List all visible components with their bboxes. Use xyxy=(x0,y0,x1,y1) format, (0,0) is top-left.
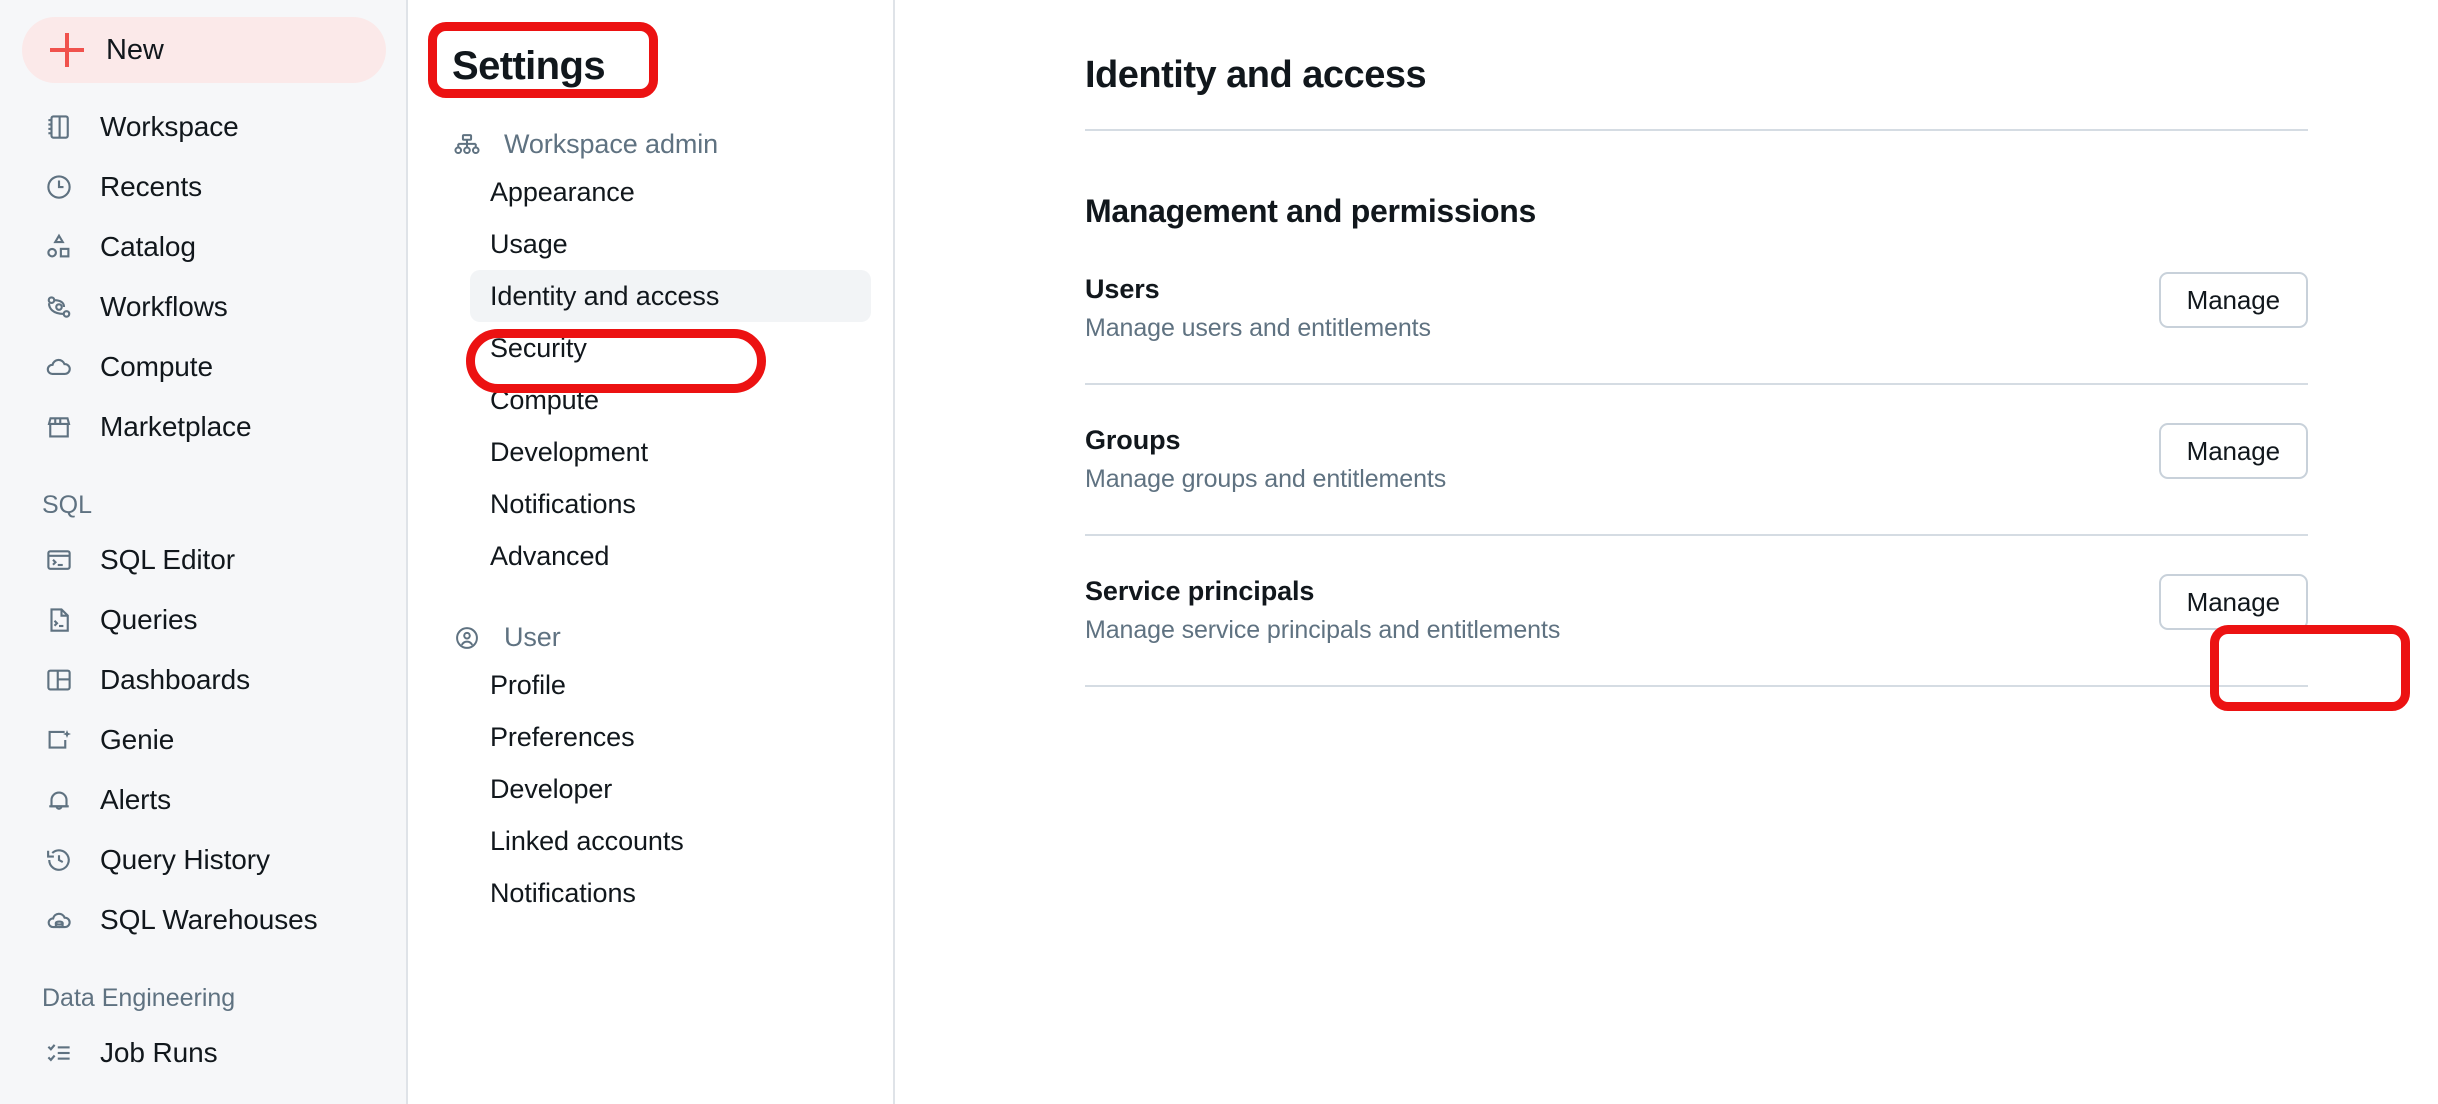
row-description: Manage groups and entitlements xyxy=(1085,465,1447,493)
sidebar-section-data-engineering-label: Data Engineering xyxy=(42,984,236,1012)
manage-button-groups[interactable]: Manage xyxy=(2158,423,2308,479)
settings-item-development[interactable]: Development xyxy=(470,426,871,478)
catalog-icon xyxy=(42,230,76,264)
sidebar-item-label: SQL Editor xyxy=(100,544,235,575)
sidebar-item-marketplace[interactable]: Marketplace xyxy=(0,397,406,457)
row-name: Groups xyxy=(1085,425,1181,455)
settings-title: Settings xyxy=(452,44,606,88)
job-runs-icon xyxy=(42,1036,76,1070)
history-icon xyxy=(42,843,76,877)
sidebar-item-label: Catalog xyxy=(100,231,196,262)
settings-item-usage[interactable]: Usage xyxy=(470,218,871,270)
settings-group-label: Workspace admin xyxy=(504,129,719,159)
settings-item-preferences[interactable]: Preferences xyxy=(470,711,871,763)
sidebar-item-label: Query History xyxy=(100,844,270,875)
page-title: Identity and access xyxy=(1085,54,1427,96)
settings-group-workspace-admin-header: Workspace admin xyxy=(408,129,893,160)
sidebar-item-label: Job Runs xyxy=(100,1037,218,1068)
sidebar-item-sql-warehouses[interactable]: SQL Warehouses xyxy=(0,890,406,950)
sidebar-item-genie[interactable]: Genie xyxy=(0,710,406,770)
new-button[interactable]: New xyxy=(22,17,386,83)
settings-item-appearance[interactable]: Appearance xyxy=(470,166,871,218)
genie-icon xyxy=(42,723,76,757)
sidebar-primary-nav: Workspace Recents Catalog Workflows Comp… xyxy=(0,97,406,1083)
row-description: Manage service principals and entitlemen… xyxy=(1085,616,1561,644)
section-title: Management and permissions xyxy=(1085,193,1536,229)
sidebar-item-label: SQL Warehouses xyxy=(100,904,318,935)
sidebar-item-label: Recents xyxy=(100,171,203,202)
row-text: Groups Manage groups and entitlements xyxy=(1085,423,1446,494)
settings-item-compute[interactable]: Compute xyxy=(470,374,871,426)
sidebar-item-label: Alerts xyxy=(100,784,171,815)
sidebar-section-sql-label: SQL xyxy=(42,491,93,519)
manage-button-service-principals[interactable]: Manage xyxy=(2158,574,2308,630)
storefront-icon xyxy=(42,410,76,444)
sidebar-item-label: Compute xyxy=(100,351,213,382)
sidebar-item-alerts[interactable]: Alerts xyxy=(0,770,406,830)
row-text: Service principals Manage service princi… xyxy=(1085,574,1560,645)
new-button-label: New xyxy=(106,33,164,66)
row-name: Service principals xyxy=(1085,576,1315,606)
sidebar-item-label: Workspace xyxy=(100,111,239,142)
org-chart-icon xyxy=(452,130,482,160)
workspace-icon xyxy=(42,110,76,144)
bell-icon xyxy=(42,783,76,817)
settings-row-service-principals: Service principals Manage service princi… xyxy=(1085,574,2308,685)
sidebar-item-catalog[interactable]: Catalog xyxy=(0,217,406,277)
user-circle-icon xyxy=(452,623,482,653)
divider xyxy=(1085,383,2308,385)
sql-editor-icon xyxy=(42,543,76,577)
settings-row-users: Users Manage users and entitlements Mana… xyxy=(1085,272,2308,383)
row-description: Manage users and entitlements xyxy=(1085,314,1431,342)
clock-icon xyxy=(42,170,76,204)
row-text: Users Manage users and entitlements xyxy=(1085,272,1431,343)
sidebar-item-query-history[interactable]: Query History xyxy=(0,830,406,890)
settings-item-profile[interactable]: Profile xyxy=(470,659,871,711)
divider xyxy=(1085,534,2308,536)
sidebar-item-job-runs[interactable]: Job Runs xyxy=(0,1023,406,1083)
cloud-icon xyxy=(42,350,76,384)
sidebar-item-label: Dashboards xyxy=(100,664,250,695)
sidebar-item-label: Genie xyxy=(100,724,175,755)
main-content: Identity and access Management and permi… xyxy=(895,0,2438,1104)
divider xyxy=(1085,129,2308,131)
settings-row-groups: Groups Manage groups and entitlements Ma… xyxy=(1085,423,2308,534)
settings-item-linked-accounts[interactable]: Linked accounts xyxy=(470,815,871,867)
row-name: Users xyxy=(1085,274,1160,304)
sidebar-item-queries[interactable]: Queries xyxy=(0,590,406,650)
sidebar-item-label: Workflows xyxy=(100,291,228,322)
global-sidebar: New Workspace Recents Catalog Workflows … xyxy=(0,0,408,1104)
plus-icon xyxy=(50,33,84,67)
divider xyxy=(1085,685,2308,687)
sidebar-item-label: Queries xyxy=(100,604,198,635)
sidebar-item-compute[interactable]: Compute xyxy=(0,337,406,397)
settings-item-notifications[interactable]: Notifications xyxy=(470,478,871,530)
settings-group-user-header: User xyxy=(408,622,893,653)
manage-button-users[interactable]: Manage xyxy=(2158,272,2308,328)
app-root: New Workspace Recents Catalog Workflows … xyxy=(0,0,2438,1104)
sidebar-item-recents[interactable]: Recents xyxy=(0,157,406,217)
sidebar-item-sql-editor[interactable]: SQL Editor xyxy=(0,530,406,590)
settings-nav-panel: Settings Workspace admin Appearance Usag… xyxy=(408,0,895,1104)
workflows-icon xyxy=(42,290,76,324)
sidebar-item-label: Marketplace xyxy=(100,411,252,442)
settings-group-label: User xyxy=(504,622,561,652)
settings-item-security[interactable]: Security xyxy=(470,322,871,374)
dashboards-icon xyxy=(42,663,76,697)
settings-item-identity-and-access[interactable]: Identity and access xyxy=(470,270,871,322)
sidebar-item-workspace[interactable]: Workspace xyxy=(0,97,406,157)
settings-item-developer[interactable]: Developer xyxy=(470,763,871,815)
sidebar-item-workflows[interactable]: Workflows xyxy=(0,277,406,337)
settings-item-user-notifications[interactable]: Notifications xyxy=(470,867,871,919)
queries-icon xyxy=(42,603,76,637)
warehouse-icon xyxy=(42,903,76,937)
settings-item-advanced[interactable]: Advanced xyxy=(470,530,871,582)
sidebar-item-dashboards[interactable]: Dashboards xyxy=(0,650,406,710)
